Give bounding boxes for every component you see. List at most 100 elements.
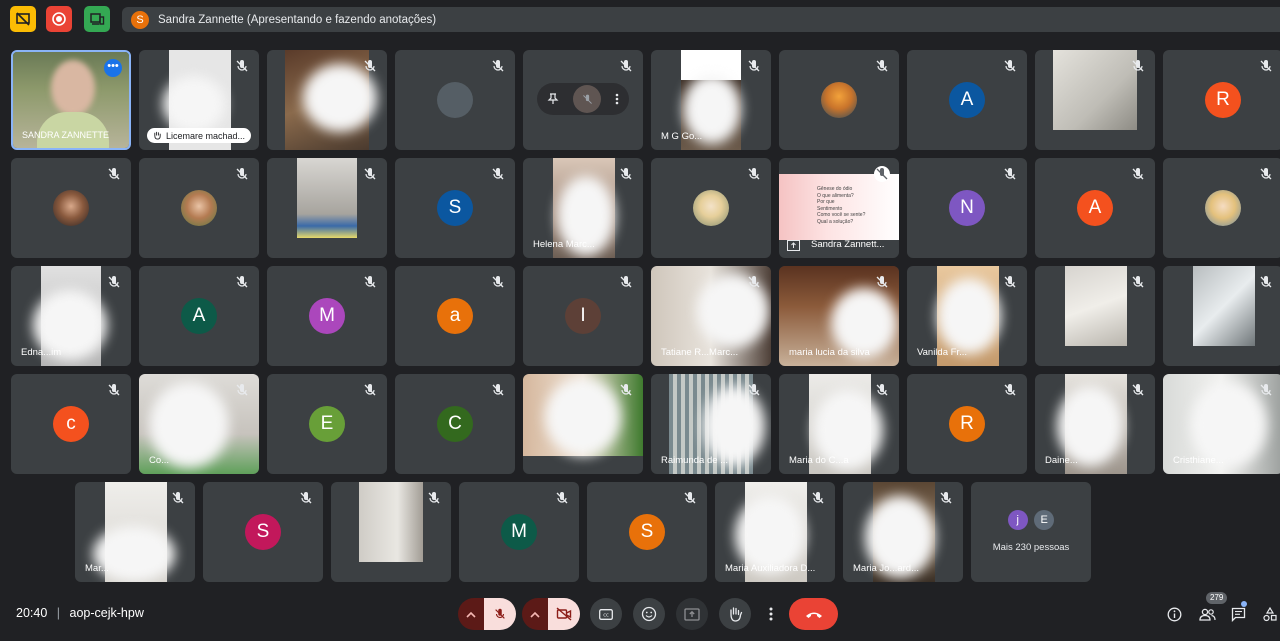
mute-participant-button[interactable] (573, 85, 601, 113)
raise-hand-button[interactable] (719, 598, 751, 630)
participant-tile[interactable]: Cristhiane... (1163, 374, 1280, 474)
top-bar: S Sandra Zannette (Apresentando e fazend… (0, 0, 1280, 40)
participant-tile[interactable] (331, 482, 451, 582)
more-participants-tile[interactable]: j E Mais 230 pessoas (971, 482, 1091, 582)
participant-tile[interactable]: Mar... (75, 482, 195, 582)
more-options-button[interactable] (760, 598, 782, 630)
participant-name: Raimunda de ... (661, 455, 729, 466)
microphone-toggle-button[interactable] (484, 598, 516, 630)
slide-list: Gênese do ódio O que alimenta? Por que S… (817, 186, 865, 225)
participant-tile[interactable]: Maria do C...a (779, 374, 899, 474)
camera-toggle-button[interactable] (548, 598, 580, 630)
mic-off-icon (620, 60, 632, 72)
blurred-face (303, 64, 377, 132)
participant-tile[interactable]: c (11, 374, 131, 474)
participant-tile[interactable]: A (139, 266, 259, 366)
participant-tile[interactable]: Co... (139, 374, 259, 474)
participant-tile[interactable] (1035, 266, 1155, 366)
captions-button[interactable]: cc (590, 598, 622, 630)
participant-tile[interactable] (1035, 50, 1155, 150)
more-options-button[interactable]: ••• (104, 59, 122, 77)
participant-tile[interactable] (395, 50, 515, 150)
pin-icon[interactable] (547, 93, 559, 105)
mic-off-icon (684, 492, 696, 504)
participant-tile[interactable]: Edna...im (11, 266, 131, 366)
reactions-button[interactable] (633, 598, 665, 630)
participant-tile[interactable] (11, 158, 131, 258)
meeting-code[interactable]: aop-cejk-hpw (70, 606, 144, 620)
mic-off-icon (1260, 276, 1272, 288)
participant-tile[interactable]: S (587, 482, 707, 582)
participant-tile[interactable]: Raimunda de ... (651, 374, 771, 474)
mic-off-icon (108, 384, 120, 396)
participant-tile[interactable]: R (1163, 50, 1280, 150)
participant-tile-hovered[interactable] (523, 50, 643, 150)
participant-tile[interactable]: R (907, 374, 1027, 474)
mic-off-icon (812, 492, 824, 504)
present-off-icon (16, 12, 30, 26)
mic-off-icon (492, 276, 504, 288)
participant-tile[interactable]: I (523, 266, 643, 366)
participant-tile[interactable]: S (395, 158, 515, 258)
participant-initial: A (1077, 190, 1113, 226)
mic-options-button[interactable] (458, 598, 484, 630)
participant-initial: A (181, 298, 217, 334)
participant-tile[interactable]: Daine... (1035, 374, 1155, 474)
present-now-button[interactable] (676, 598, 708, 630)
presentation-tile[interactable]: Gênese do ódio O que alimenta? Por que S… (779, 158, 899, 258)
participant-tile[interactable]: Maria Jo...ard... (843, 482, 963, 582)
presenter-banner[interactable]: S Sandra Zannette (Apresentando e fazend… (122, 7, 1280, 32)
participant-tile[interactable]: M G Go... (651, 50, 771, 150)
mic-off-icon (1260, 60, 1272, 72)
no-presentation-button[interactable] (10, 6, 36, 32)
participant-tile[interactable] (1163, 266, 1280, 366)
participant-tile[interactable]: Licemare machad... (139, 50, 259, 150)
companion-button[interactable] (84, 6, 110, 32)
participant-tile[interactable]: maria lucia da silva (779, 266, 899, 366)
participant-tile[interactable] (139, 158, 259, 258)
more-vert-icon[interactable] (615, 93, 619, 105)
participant-tile[interactable]: M (267, 266, 387, 366)
participant-initial: R (949, 406, 985, 442)
leave-call-button[interactable] (789, 598, 838, 630)
participant-tile[interactable]: a (395, 266, 515, 366)
chevron-up-icon (466, 611, 476, 618)
participant-tile[interactable]: C (395, 374, 515, 474)
participant-tile[interactable]: N (907, 158, 1027, 258)
recording-button[interactable] (46, 6, 72, 32)
participant-tile[interactable]: Maria Auxiliadora D... (715, 482, 835, 582)
participant-photo (693, 190, 729, 226)
mic-off-icon (492, 384, 504, 396)
mic-off-icon (1260, 168, 1272, 180)
participant-tile[interactable]: Helena Marc... (523, 158, 643, 258)
participant-video (1065, 266, 1127, 346)
participant-tile[interactable]: A (1035, 158, 1155, 258)
more-participants-label: Mais 230 pessoas (992, 542, 1070, 553)
participant-tile[interactable]: E (267, 374, 387, 474)
participant-photo (53, 190, 89, 226)
participant-initial: R (1205, 82, 1241, 118)
mic-off-icon (364, 60, 376, 72)
participant-tile[interactable]: Vanilda Fr... (907, 266, 1027, 366)
participant-tile[interactable] (523, 374, 643, 474)
mic-off-icon (172, 492, 184, 504)
participant-tile[interactable] (267, 158, 387, 258)
mic-off-icon (1004, 60, 1016, 72)
camera-options-button[interactable] (522, 598, 548, 630)
mic-off-icon (748, 60, 760, 72)
participant-tile[interactable] (779, 50, 899, 150)
participant-tile[interactable] (651, 158, 771, 258)
activities-button[interactable] (1260, 598, 1280, 630)
participant-tile[interactable]: M (459, 482, 579, 582)
shared-slide: Gênese do ódio O que alimenta? Por que S… (779, 174, 899, 240)
participant-name: Cristhiane... (1173, 455, 1224, 466)
emoji-icon (641, 606, 657, 622)
meeting-details-button[interactable] (1164, 598, 1184, 630)
participant-tile[interactable]: Tatiane R...Marc... (651, 266, 771, 366)
participant-tile-self[interactable]: ••• SANDRA ZANNETTE (11, 50, 131, 150)
participant-tile[interactable]: S (203, 482, 323, 582)
participant-tile[interactable]: A (907, 50, 1027, 150)
participant-tile[interactable] (1163, 158, 1280, 258)
participant-tile[interactable] (267, 50, 387, 150)
record-icon (52, 12, 66, 26)
